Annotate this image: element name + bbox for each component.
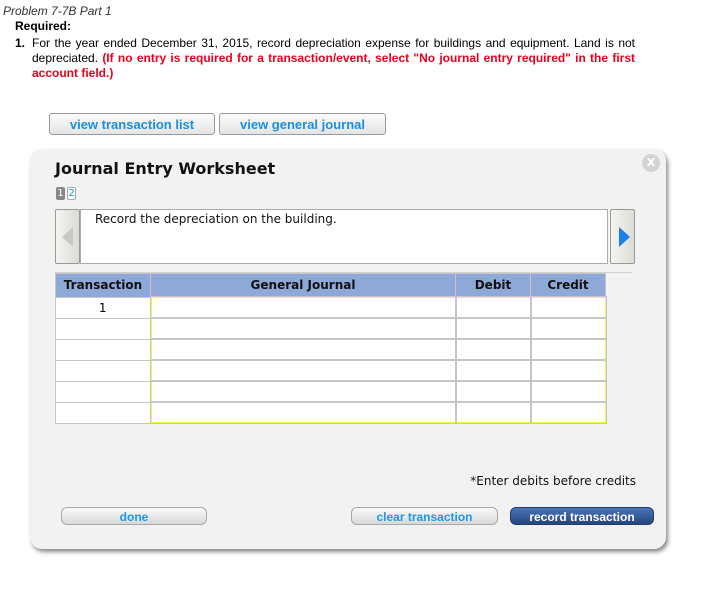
record-transaction-button[interactable]: record transaction	[510, 507, 654, 525]
transaction-number	[55, 317, 151, 340]
table-header-row: Transaction General Journal Debit Credit	[55, 273, 606, 298]
debit-field[interactable]	[454, 380, 532, 403]
page-1-tab[interactable]: 1	[56, 187, 65, 200]
table-row	[55, 317, 607, 340]
debit-field[interactable]	[454, 359, 532, 382]
transaction-number: 1	[55, 296, 151, 319]
table-row	[55, 359, 607, 382]
requirement-number: 1.	[15, 36, 26, 50]
account-field[interactable]	[149, 401, 457, 424]
next-button[interactable]	[610, 209, 635, 264]
problem-title: Problem 7-7B Part 1	[3, 4, 112, 18]
view-transaction-list-button[interactable]: view transaction list	[49, 113, 215, 135]
arrow-left-icon	[62, 227, 73, 247]
debit-field[interactable]	[454, 401, 532, 424]
credit-field[interactable]	[529, 296, 607, 319]
transaction-number	[55, 359, 151, 382]
worksheet-title: Journal Entry Worksheet	[55, 159, 276, 178]
table-row	[55, 380, 607, 403]
header-transaction: Transaction	[55, 273, 151, 298]
requirement-item: 1. For the year ended December 31, 2015,…	[15, 36, 635, 81]
transaction-number	[55, 401, 151, 424]
credit-field[interactable]	[529, 338, 607, 361]
done-button[interactable]: done	[61, 507, 207, 525]
transaction-number	[55, 338, 151, 361]
table-row	[55, 338, 607, 361]
journal-entry-worksheet: Journal Entry Worksheet X 1 2 Record the…	[30, 149, 666, 549]
credit-field[interactable]	[529, 380, 607, 403]
header-general-journal: General Journal	[150, 273, 456, 298]
debit-field[interactable]	[454, 317, 532, 340]
account-field[interactable]	[149, 359, 457, 382]
debits-before-credits-note: *Enter debits before credits	[470, 474, 636, 488]
table-row	[55, 401, 607, 424]
credit-field[interactable]	[529, 401, 607, 424]
transaction-prompt: Record the depreciation on the building.	[80, 209, 608, 264]
requirement-instruction: (If no entry is required for a transacti…	[32, 51, 635, 80]
requirement-text: For the year ended December 31, 2015, re…	[32, 36, 635, 81]
previous-button[interactable]	[55, 209, 80, 264]
header-credit: Credit	[530, 273, 606, 298]
account-field[interactable]	[149, 338, 457, 361]
account-field[interactable]	[149, 317, 457, 340]
page-2-tab[interactable]: 2	[67, 187, 76, 200]
prompt-area: Record the depreciation on the building.	[55, 209, 635, 266]
journal-table: Transaction General Journal Debit Credit…	[55, 273, 607, 424]
arrow-right-icon	[619, 227, 630, 247]
required-label: Required:	[15, 19, 72, 33]
header-debit: Debit	[455, 273, 531, 298]
debit-field[interactable]	[454, 296, 532, 319]
debit-field[interactable]	[454, 338, 532, 361]
account-field[interactable]	[149, 380, 457, 403]
page-selector: 1 2	[56, 187, 76, 200]
credit-field[interactable]	[529, 359, 607, 382]
clear-transaction-button[interactable]: clear transaction	[351, 507, 498, 525]
table-row: 1	[55, 296, 607, 319]
account-field[interactable]	[149, 296, 457, 319]
transaction-number	[55, 380, 151, 403]
close-icon[interactable]: X	[642, 154, 660, 172]
view-general-journal-button[interactable]: view general journal	[219, 113, 386, 135]
credit-field[interactable]	[529, 317, 607, 340]
